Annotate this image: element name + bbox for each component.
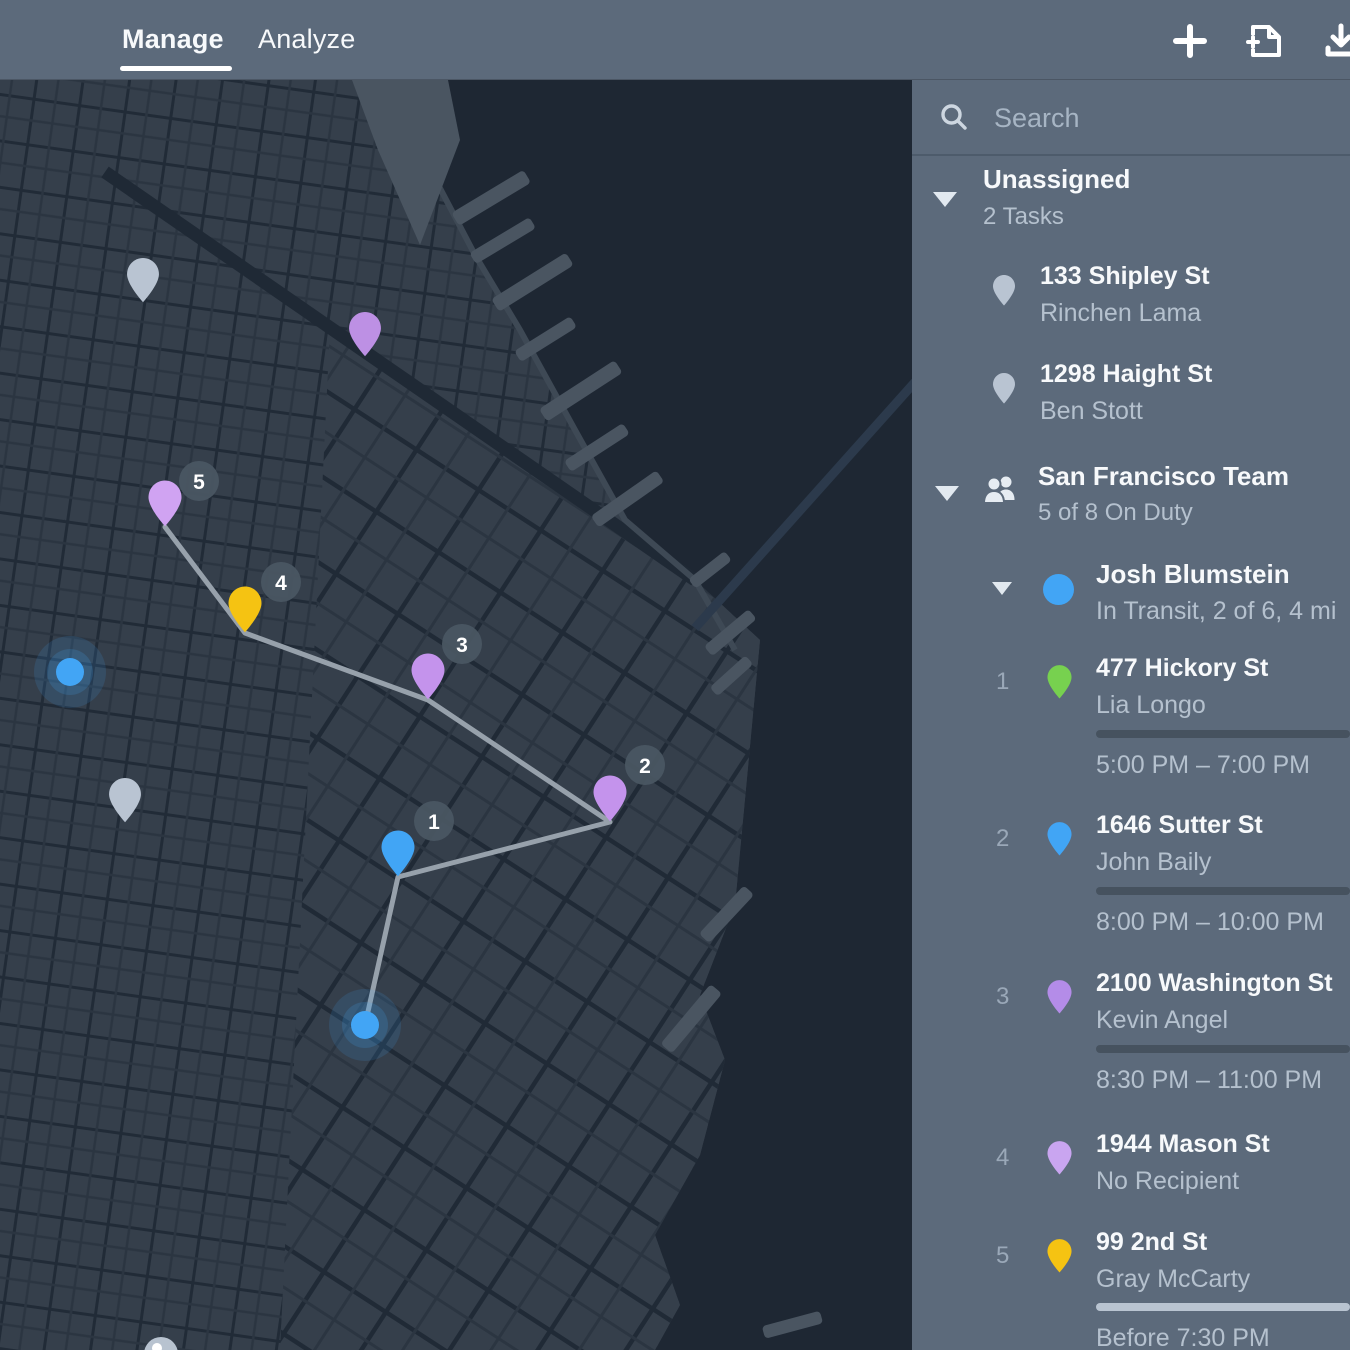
stop-time: 8:00 PM – 10:00 PM bbox=[1096, 908, 1324, 937]
stop-recipient: Lia Longo bbox=[1096, 691, 1206, 720]
stop-timebar bbox=[1096, 887, 1350, 895]
team-title: San Francisco Team bbox=[1038, 461, 1289, 492]
svg-text:2: 2 bbox=[639, 755, 651, 778]
map-badge-4[interactable]: 4 bbox=[261, 562, 301, 602]
svg-text:4: 4 bbox=[275, 572, 287, 595]
driver-name: Josh Blumstein bbox=[1096, 559, 1290, 590]
add-task-icon[interactable] bbox=[1171, 22, 1209, 60]
stop-time: Before 7:30 PM bbox=[1096, 1324, 1270, 1350]
stop-number: 4 bbox=[996, 1144, 1009, 1172]
driver-status-dot bbox=[1043, 574, 1074, 605]
stop-pin-icon bbox=[1046, 1238, 1073, 1273]
task-address: 133 Shipley St bbox=[1040, 262, 1210, 291]
stop-recipient: Kevin Angel bbox=[1096, 1006, 1228, 1035]
import-tasks-icon[interactable] bbox=[1246, 22, 1284, 60]
stop-pin-icon bbox=[1046, 821, 1073, 856]
stop-number: 3 bbox=[996, 983, 1009, 1011]
stop-time: 8:30 PM – 11:00 PM bbox=[1096, 1066, 1322, 1095]
stop-timebar bbox=[1096, 1303, 1350, 1311]
team-collapse-caret[interactable] bbox=[935, 486, 959, 501]
task-recipient: Rinchen Lama bbox=[1040, 299, 1201, 328]
svg-text:3: 3 bbox=[456, 634, 468, 657]
stop-recipient: Gray McCarty bbox=[1096, 1265, 1250, 1294]
team-subtitle: 5 of 8 On Duty bbox=[1038, 499, 1193, 527]
task-sidebar: Unassigned 2 Tasks 133 Shipley St Rinche… bbox=[912, 80, 1350, 1350]
stop-address: 477 Hickory St bbox=[1096, 654, 1268, 683]
stop-address: 2100 Washington St bbox=[1096, 969, 1333, 998]
map-svg: 5 4 3 2 1 bbox=[0, 80, 912, 1350]
svg-text:1: 1 bbox=[428, 811, 440, 834]
stop-time: 5:00 PM – 7:00 PM bbox=[1096, 751, 1310, 780]
stop-number: 2 bbox=[996, 825, 1009, 853]
tab-analyze[interactable]: Analyze bbox=[258, 24, 355, 55]
stop-recipient: John Baily bbox=[1096, 848, 1211, 877]
stop-recipient: No Recipient bbox=[1096, 1167, 1239, 1196]
search-input[interactable] bbox=[992, 96, 1322, 140]
stop-number: 5 bbox=[996, 1242, 1009, 1270]
map-badge-5[interactable]: 5 bbox=[179, 461, 219, 501]
driver-status: In Transit, 2 of 6, 4 mi bbox=[1096, 597, 1336, 626]
stop-pin-icon bbox=[1046, 979, 1073, 1014]
stop-pin-icon bbox=[1046, 664, 1073, 699]
stop-timebar bbox=[1096, 1045, 1350, 1053]
task-pin-icon bbox=[992, 372, 1016, 404]
task-pin-icon bbox=[992, 274, 1016, 306]
team-icon bbox=[983, 474, 1019, 506]
map-badge-1[interactable]: 1 bbox=[414, 801, 454, 841]
unassigned-title: Unassigned bbox=[983, 164, 1130, 195]
map-canvas[interactable]: 5 4 3 2 1 bbox=[0, 80, 912, 1350]
svg-text:5: 5 bbox=[193, 471, 205, 494]
unassigned-subtitle: 2 Tasks bbox=[983, 203, 1064, 231]
stop-timebar bbox=[1096, 730, 1350, 738]
stop-address: 99 2nd St bbox=[1096, 1228, 1207, 1257]
dispatch-app: 5 4 3 2 1 bbox=[0, 0, 1350, 1350]
search-icon bbox=[939, 102, 969, 132]
task-recipient: Ben Stott bbox=[1040, 397, 1143, 426]
unassigned-collapse-caret[interactable] bbox=[933, 192, 957, 207]
tab-manage-underline bbox=[120, 66, 232, 71]
stop-pin-icon bbox=[1046, 1140, 1073, 1175]
stop-address: 1944 Mason St bbox=[1096, 1130, 1270, 1159]
stop-number: 1 bbox=[996, 668, 1009, 696]
map-badge-3[interactable]: 3 bbox=[442, 624, 482, 664]
task-address: 1298 Haight St bbox=[1040, 360, 1212, 389]
search-row[interactable] bbox=[912, 80, 1350, 156]
top-bar: Manage Analyze bbox=[0, 0, 1350, 80]
driver-dot-west[interactable] bbox=[34, 636, 106, 708]
tab-manage[interactable]: Manage bbox=[122, 24, 224, 55]
export-download-icon[interactable] bbox=[1322, 22, 1350, 60]
driver-collapse-caret[interactable] bbox=[992, 582, 1012, 595]
driver-dot-south[interactable] bbox=[329, 989, 401, 1061]
map-badge-2[interactable]: 2 bbox=[625, 745, 665, 785]
stop-address: 1646 Sutter St bbox=[1096, 811, 1263, 840]
